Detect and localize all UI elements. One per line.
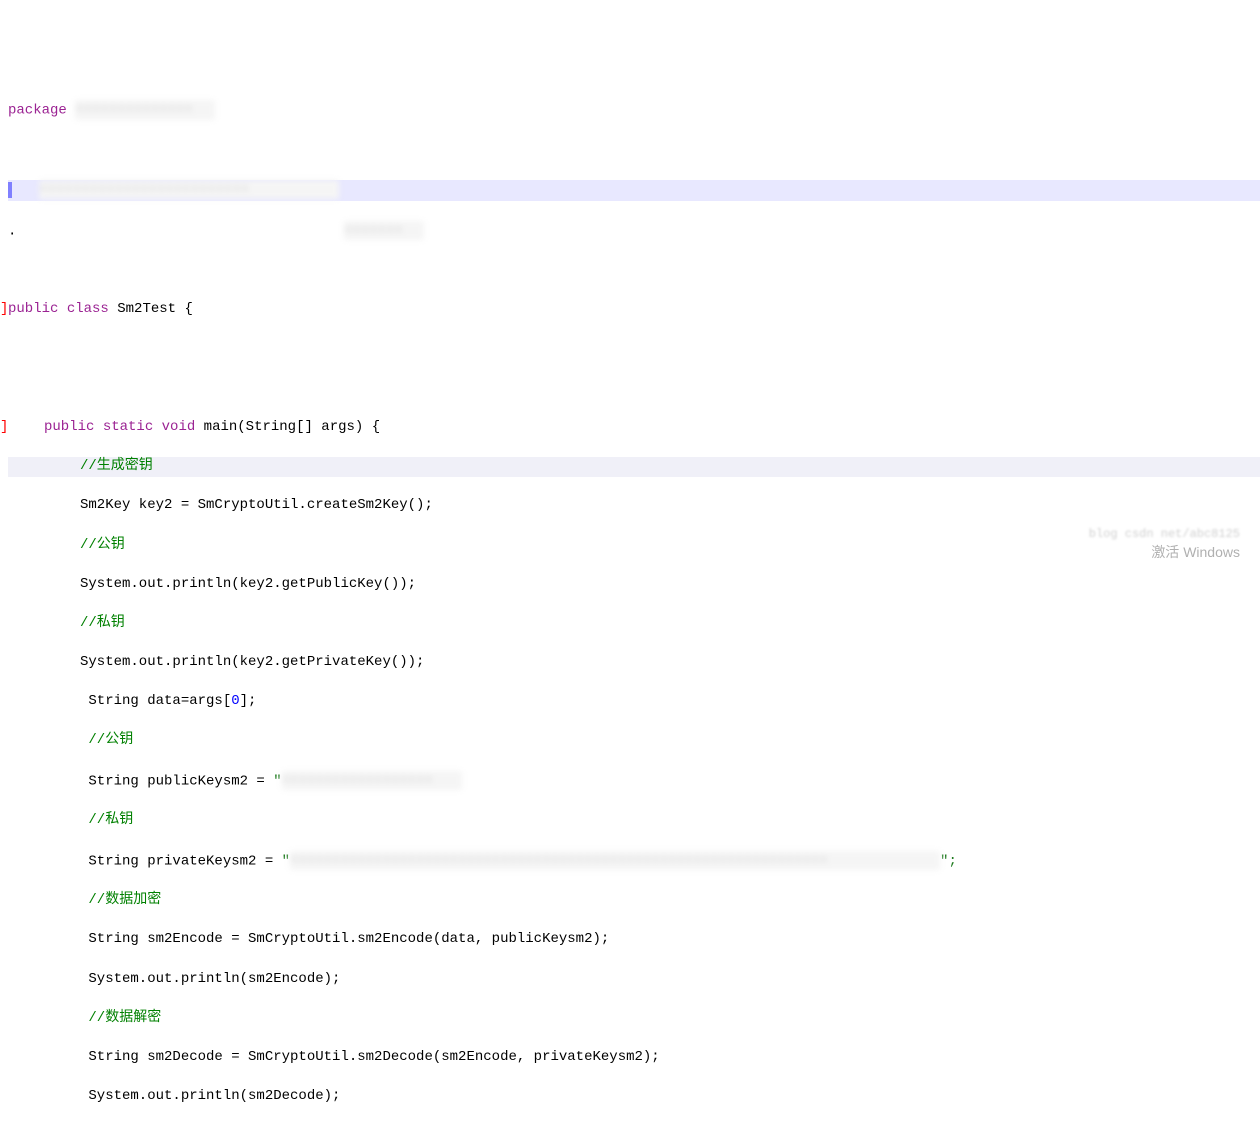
code-line-current: //生成密钥 <box>8 457 1260 477</box>
code-line: xxxxxxxxxxxxxxxxxxxxxxxxx <box>8 180 1260 201</box>
code-line <box>8 261 1260 281</box>
keyword-public: public <box>44 419 94 435</box>
error-marker: ] <box>0 418 8 438</box>
code-line <box>8 141 1260 161</box>
keyword-package: package <box>8 102 67 118</box>
code-line: //公钥 <box>8 536 1260 556</box>
code-line <box>8 1126 1260 1146</box>
code-line: Sm2Key key2 = SmCryptoUtil.createSm2Key(… <box>8 496 1260 516</box>
code-line <box>8 340 1260 360</box>
code-text: String publicKeysm2 = <box>80 773 273 789</box>
code-line: //数据加密 <box>8 891 1260 911</box>
code-line: String publicKeysm2 = "xxxxxxxxxxxxxxxxx… <box>8 771 1260 792</box>
redacted-text: xxxxxxx <box>344 221 424 241</box>
code-line: String data=args[0]; <box>8 692 1260 712</box>
code-text: ]; <box>240 693 257 709</box>
error-marker: ] <box>0 300 8 320</box>
redacted-text: xxxxxxxxxxxxxxxxxxxxxxxxxxxxxxxxxxxxxxxx… <box>290 851 940 871</box>
code-line <box>8 379 1260 399</box>
code-text: String data=args[ <box>80 693 231 709</box>
number: 0 <box>231 693 239 709</box>
comment: //私钥 <box>80 812 133 828</box>
comment: //数据解密 <box>80 1010 161 1026</box>
code-line: String sm2Encode = SmCryptoUtil.sm2Encod… <box>8 930 1260 950</box>
string-end: "; <box>940 853 957 869</box>
code-text: System.out.println(key2.getPublicKey()); <box>80 576 416 592</box>
code-text: System.out.println(key2.getPrivateKey())… <box>80 654 424 670</box>
windows-activation-watermark: 激活 Windows <box>1151 543 1240 563</box>
code-text: System.out.println(sm2Decode); <box>80 1088 340 1104</box>
redacted-text: xxxxxxxxxxxxxx <box>75 100 215 120</box>
code-line: ]public static void main(String[] args) … <box>8 418 1260 438</box>
code-line: //公钥 <box>8 731 1260 751</box>
keyword-class: class <box>67 301 109 317</box>
code-line: String sm2Decode = SmCryptoUtil.sm2Decod… <box>8 1048 1260 1068</box>
redacted-text: xxxxxxxxxxxxxxxxxxxxxxxxx <box>39 180 339 200</box>
code-text: System.out.println(sm2Encode); <box>80 971 340 987</box>
code-line: ]public class Sm2Test { <box>8 300 1260 320</box>
code-text: String privateKeysm2 = <box>80 853 282 869</box>
code-line: System.out.println(sm2Decode); <box>8 1087 1260 1107</box>
code-line: System.out.println(key2.getPrivateKey())… <box>8 653 1260 673</box>
code-line: //数据解密 <box>8 1009 1260 1029</box>
comment: //私钥 <box>80 615 125 631</box>
code-line: System.out.println(sm2Encode); <box>8 970 1260 990</box>
comment: //公钥 <box>80 732 133 748</box>
code-editor[interactable]: package xxxxxxxxxxxxxx xxxxxxxxxxxxxxxxx… <box>0 78 1260 1146</box>
comment: //数据加密 <box>80 892 161 908</box>
code-line: . xxxxxxx <box>8 221 1260 242</box>
watermark-url: blog csdn net/abc8125 <box>1089 526 1240 543</box>
gutter-marker <box>8 182 12 198</box>
class-name: Sm2Test { <box>109 301 193 317</box>
code-line: System.out.println(key2.getPublicKey()); <box>8 575 1260 595</box>
code-text: String sm2Encode = SmCryptoUtil.sm2Encod… <box>80 931 609 947</box>
method-sig: main(String[] args) { <box>195 419 380 435</box>
code-line: package xxxxxxxxxxxxxx <box>8 100 1260 121</box>
comment: //公钥 <box>80 537 125 553</box>
string-quote: " <box>282 853 290 869</box>
string-quote: " <box>273 773 281 789</box>
code-text: Sm2Key key2 = SmCryptoUtil.createSm2Key(… <box>80 497 433 513</box>
keyword-void: void <box>162 419 196 435</box>
code-line: //私钥 <box>8 811 1260 831</box>
code-line: String privateKeysm2 = "xxxxxxxxxxxxxxxx… <box>8 851 1260 872</box>
keyword-static: static <box>103 419 153 435</box>
code-line: //私钥 <box>8 614 1260 634</box>
comment: //生成密钥 <box>80 458 153 474</box>
redacted-text: xxxxxxxxxxxxxxxxxx <box>282 771 462 791</box>
keyword-public: public <box>8 301 58 317</box>
code-text: String sm2Decode = SmCryptoUtil.sm2Decod… <box>80 1049 660 1065</box>
